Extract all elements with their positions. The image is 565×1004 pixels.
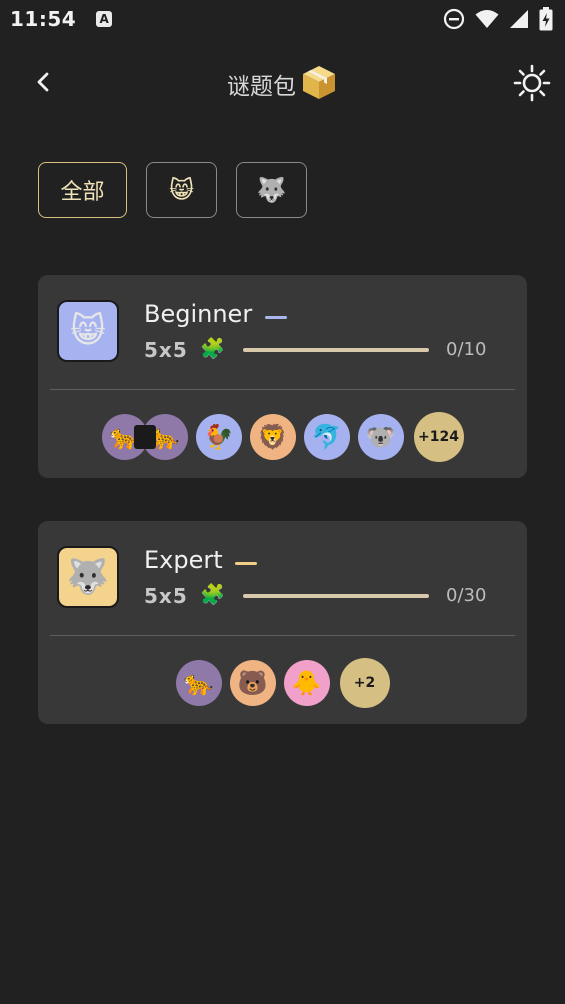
progress-bar (243, 348, 429, 352)
pack-card-beginner[interactable]: 😸 Beginner 5x5 🧩 0/10 🐆 🐆 🐓 🦁 🐬 🐨 +124 (38, 275, 527, 478)
animal-list: 🐆 🐻 🐥 +2 (38, 658, 527, 708)
more-animals-badge: +124 (413, 412, 464, 462)
pack-accent-dash (235, 562, 257, 565)
animal-avatar: 🐆 (175, 660, 222, 706)
status-bar: 11:54 A (0, 0, 565, 38)
more-animals-badge: +2 (339, 658, 390, 708)
divider (50, 635, 515, 636)
puzzle-piece-icon: 🧩 (200, 582, 225, 606)
pack-grid-size: 5x5 (144, 338, 188, 362)
divider (50, 389, 515, 390)
animal-avatar: 🐻 (229, 660, 276, 706)
sun-icon (513, 64, 551, 102)
animal-avatar: 🐓 (195, 414, 242, 460)
pack-card-expert[interactable]: 🐺 Expert 5x5 🧩 0/30 🐆 🐻 🐥 +2 (38, 521, 527, 724)
animal-avatar: 🐥 (283, 660, 330, 706)
notification-a-icon: A (96, 11, 113, 27)
animal-avatar: 🦁 (249, 414, 296, 460)
signal-icon (510, 10, 528, 28)
pack-name: Expert (144, 546, 223, 574)
theme-toggle-button[interactable] (512, 63, 552, 103)
puzzle-piece-icon: 🧩 (200, 336, 225, 360)
animal-list: 🐆 🐆 🐓 🦁 🐬 🐨 +124 (38, 412, 527, 462)
wifi-icon (475, 10, 499, 28)
status-time: 11:54 (10, 7, 77, 31)
pack-grid-size: 5x5 (144, 584, 188, 608)
filter-cat[interactable]: 😸 (146, 162, 217, 218)
pack-icon: 😸 (57, 300, 119, 362)
pack-name: Beginner (144, 300, 253, 328)
progress-count: 0/30 (446, 585, 487, 606)
page-title: 谜题包 (227, 74, 296, 100)
package-icon (300, 63, 338, 105)
animal-avatar: 🐨 (357, 414, 404, 460)
filter-wolf[interactable]: 🐺 (236, 162, 307, 218)
animal-avatar: 🐬 (303, 414, 350, 460)
status-icons (443, 7, 553, 31)
progress-count: 0/10 (446, 339, 487, 360)
pack-accent-dash (265, 316, 287, 319)
top-app-bar: 谜题包 (0, 55, 565, 111)
link-connector (133, 425, 156, 449)
battery-charging-icon (539, 7, 553, 31)
progress-bar (243, 594, 429, 598)
do-not-disturb-icon (443, 8, 465, 30)
page-title-group: 谜题包 (0, 63, 565, 105)
pack-icon: 🐺 (57, 546, 119, 608)
category-filters: 全部 😸 🐺 (38, 162, 307, 218)
filter-all[interactable]: 全部 (38, 162, 127, 218)
